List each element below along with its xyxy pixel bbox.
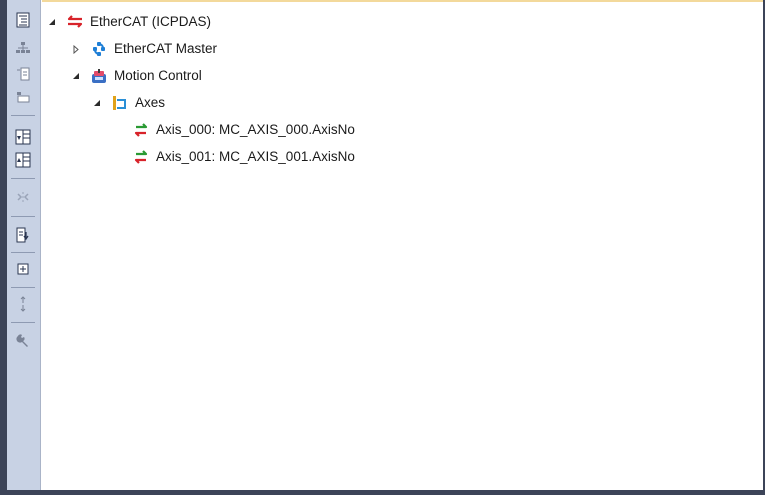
collapse-triangle-icon[interactable]	[91, 97, 103, 109]
properties-icon[interactable]	[12, 64, 34, 84]
add-icon[interactable]	[12, 259, 34, 279]
bottom-border	[0, 490, 765, 495]
ethercat-arrows-icon	[66, 14, 84, 30]
ethercat-master-icon	[90, 41, 108, 57]
axes-icon	[111, 95, 129, 111]
expand-triangle-icon[interactable]	[70, 43, 82, 55]
vertical-toolbar	[7, 0, 41, 490]
toolbar-separator	[11, 252, 35, 253]
tree-item-label: EtherCAT (ICPDAS)	[90, 14, 212, 29]
axis-link-icon	[132, 122, 150, 138]
tree-item-axes[interactable]: Axes	[91, 93, 165, 113]
sort-icon[interactable]	[12, 294, 34, 314]
tree-item-ethercat-master[interactable]: EtherCAT Master	[70, 39, 217, 59]
tree-item-label: Axis_001: MC_AXIS_001.AxisNo	[156, 149, 355, 164]
tree-item-axis-001[interactable]: Axis_001: MC_AXIS_001.AxisNo	[132, 147, 355, 167]
import-icon[interactable]	[12, 127, 34, 147]
collapse-triangle-icon[interactable]	[70, 70, 82, 82]
tree-item-label: Axis_000: MC_AXIS_000.AxisNo	[156, 122, 355, 137]
tree-item-label: Motion Control	[114, 68, 202, 83]
toolbar-separator	[11, 287, 35, 288]
tree-item-ethercat-root[interactable]: EtherCAT (ICPDAS)	[46, 12, 211, 32]
tree-item-motion-control[interactable]: Motion Control	[70, 66, 202, 86]
tree-item-axis-000[interactable]: Axis_000: MC_AXIS_000.AxisNo	[132, 120, 355, 140]
toolbar-separator	[11, 216, 35, 217]
motion-control-icon	[90, 68, 108, 84]
tree-view-icon[interactable]	[12, 10, 34, 30]
wrench-icon[interactable]	[12, 330, 34, 350]
toolbar-separator	[11, 322, 35, 323]
solution-tree: EtherCAT (ICPDAS) EtherCAT Master Motion…	[42, 2, 763, 490]
network-icon[interactable]	[12, 38, 34, 58]
axis-link-icon	[132, 149, 150, 165]
tree-item-label: EtherCAT Master	[114, 41, 218, 56]
tree-item-label: Axes	[135, 95, 166, 110]
toolbar-separator	[11, 115, 35, 116]
disconnect-icon[interactable]	[12, 188, 34, 208]
toolbar-separator	[11, 178, 35, 179]
collapse-triangle-icon[interactable]	[46, 16, 58, 28]
export-icon[interactable]	[12, 150, 34, 170]
download-icon[interactable]	[12, 225, 34, 245]
window-frame: EtherCAT (ICPDAS) EtherCAT Master Motion…	[0, 0, 765, 495]
left-border	[0, 0, 7, 495]
device-icon[interactable]	[12, 88, 34, 108]
